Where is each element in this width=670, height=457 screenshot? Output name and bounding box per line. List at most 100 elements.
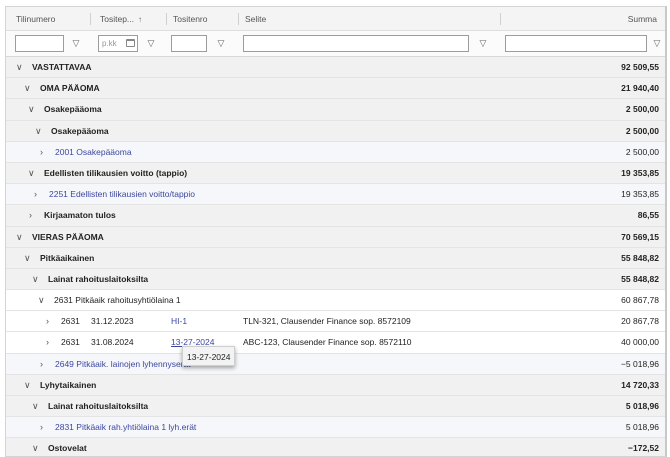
column-divider[interactable] bbox=[90, 13, 91, 25]
group-label: VASTATTAVAA bbox=[32, 62, 92, 72]
transaction-row[interactable]: › 2631 31.08.2024 13-27-2024 ABC-123, Cl… bbox=[6, 332, 665, 354]
group-label: Pitkäaikainen bbox=[40, 252, 95, 263]
group-amount: 21 940,40 bbox=[621, 83, 659, 94]
group-amount: 55 848,82 bbox=[621, 273, 659, 284]
chevron-down-icon[interactable]: ∨ bbox=[16, 57, 23, 78]
transaction-account: 2631 bbox=[61, 337, 80, 348]
group-label: OMA PÄÄOMA bbox=[40, 83, 100, 94]
chevron-right-icon[interactable]: › bbox=[40, 142, 43, 163]
group-label: Lainat rahoituslaitoksilta bbox=[48, 401, 149, 411]
group-amount: 86,55 bbox=[637, 210, 659, 221]
column-header-label: Tositenro bbox=[173, 14, 208, 24]
group-label: Lainat rahoituslaitoksilta bbox=[48, 273, 149, 284]
group-row[interactable]: ∨ Lainat rahoituslaitoksilta 5 018,96 bbox=[6, 396, 665, 418]
group-amount: 70 569,15 bbox=[621, 231, 659, 242]
column-header-label: Selite bbox=[245, 14, 267, 24]
account-link[interactable]: 2649 Pitkäaik. lainojen lyhennyserät bbox=[55, 354, 191, 375]
chevron-down-icon[interactable]: ∨ bbox=[16, 227, 23, 248]
document-link[interactable]: HI-1 bbox=[171, 311, 187, 332]
calendar-icon[interactable] bbox=[126, 39, 135, 47]
group-label: Osakepääoma bbox=[44, 104, 102, 115]
column-header-label: Summa bbox=[627, 14, 657, 24]
account-link[interactable]: 2251 Edellisten tilikausien voitto/tappi… bbox=[49, 184, 195, 205]
filter-icon[interactable]: ▽ bbox=[649, 35, 665, 52]
account-amount: 5 018,96 bbox=[625, 422, 659, 433]
account-row[interactable]: › 2001 Osakepääoma 2 500,00 bbox=[6, 141, 665, 163]
transaction-date: 31.12.2023 bbox=[91, 316, 134, 327]
document-tooltip: 13-27-2024 bbox=[182, 346, 235, 366]
filter-icon[interactable]: ▽ bbox=[143, 35, 159, 52]
chevron-down-icon[interactable]: ∨ bbox=[32, 396, 39, 417]
account-row[interactable]: › 2251 Edellisten tilikausien voitto/tap… bbox=[6, 184, 665, 206]
column-header-label: Tositep... bbox=[100, 14, 135, 24]
chevron-down-icon[interactable]: ∨ bbox=[38, 290, 45, 311]
group-row[interactable]: › Kirjaamaton tulos 86,55 bbox=[6, 205, 665, 227]
group-label: Edellisten tilikausien voitto (tappio) bbox=[44, 167, 188, 178]
selite-filter-input[interactable] bbox=[243, 35, 469, 52]
group-amount: 2 500,00 bbox=[625, 125, 659, 136]
column-header-selite[interactable]: Selite bbox=[239, 7, 266, 31]
tositenro-filter-input[interactable] bbox=[171, 35, 207, 52]
account-link[interactable]: 2001 Osakepääoma bbox=[55, 142, 132, 163]
filter-icon[interactable]: ▽ bbox=[213, 35, 229, 52]
chevron-right-icon[interactable]: › bbox=[40, 354, 43, 375]
group-label: Kirjaamaton tulos bbox=[44, 210, 116, 221]
column-divider[interactable] bbox=[500, 13, 501, 25]
group-amount: 92 509,55 bbox=[621, 62, 659, 72]
chevron-down-icon[interactable]: ∨ bbox=[28, 163, 35, 184]
chevron-down-icon[interactable]: ∨ bbox=[24, 78, 31, 99]
transaction-amount: 20 867,78 bbox=[621, 316, 659, 327]
transaction-description: TLN-321, Clausender Finance sop. 8572109 bbox=[243, 316, 411, 327]
group-row[interactable]: ∨ Lyhytaikainen 14 720,33 bbox=[6, 374, 665, 396]
account-amount: −5 018,96 bbox=[620, 358, 659, 369]
chevron-right-icon[interactable]: › bbox=[46, 332, 49, 353]
group-amount: 14 720,33 bbox=[621, 379, 659, 390]
chevron-right-icon[interactable]: › bbox=[34, 184, 37, 205]
group-amount: 55 848,82 bbox=[621, 252, 659, 263]
group-row[interactable]: ∨ Ostovelat −172,52 bbox=[6, 438, 665, 456]
column-header-tilinumero[interactable]: Tilinumero bbox=[10, 7, 55, 31]
summa-filter-input[interactable] bbox=[505, 35, 647, 52]
account-row[interactable]: ∨ 2631 Pitkäaik rahoitusyhtiölaina 1 60 … bbox=[6, 290, 665, 312]
chevron-right-icon[interactable]: › bbox=[46, 311, 49, 332]
group-amount: −172,52 bbox=[628, 443, 659, 454]
group-label: Ostovelat bbox=[48, 443, 87, 454]
filter-icon[interactable]: ▽ bbox=[475, 35, 491, 52]
group-row[interactable]: ∨ Lainat rahoituslaitoksilta 55 848,82 bbox=[6, 268, 665, 291]
column-header-tositepvm[interactable]: Tositep... ↑ bbox=[94, 7, 142, 31]
transaction-description: ABC-123, Clausender Finance sop. 8572110 bbox=[243, 337, 412, 348]
account-amount: 60 867,78 bbox=[621, 295, 659, 306]
chevron-down-icon[interactable]: ∨ bbox=[24, 248, 31, 269]
chevron-down-icon[interactable]: ∨ bbox=[35, 121, 42, 142]
group-row[interactable]: ∨ Pitkäaikainen 55 848,82 bbox=[6, 247, 665, 269]
group-row[interactable]: ∨ VIERAS PÄÄOMA 70 569,15 bbox=[6, 226, 665, 248]
group-amount: 5 018,96 bbox=[625, 401, 659, 411]
column-header-label: Tilinumero bbox=[16, 14, 56, 24]
chevron-right-icon[interactable]: › bbox=[29, 205, 32, 226]
transaction-amount: 40 000,00 bbox=[621, 337, 659, 348]
account-row[interactable]: › 2831 Pitkäaik rah.yhtiölaina 1 lyh.erä… bbox=[6, 417, 665, 439]
chevron-down-icon[interactable]: ∨ bbox=[24, 375, 31, 396]
chevron-down-icon[interactable]: ∨ bbox=[32, 438, 39, 456]
account-link[interactable]: 2831 Pitkäaik rah.yhtiölaina 1 lyh.erät bbox=[55, 417, 196, 438]
chevron-right-icon[interactable]: › bbox=[40, 417, 43, 438]
group-row[interactable]: ∨ Edellisten tilikausien voitto (tappio)… bbox=[6, 162, 665, 185]
column-header-summa[interactable]: Summa bbox=[628, 7, 657, 31]
column-header-row: Tilinumero Tositep... ↑ Tositenro Selite … bbox=[6, 7, 665, 31]
sort-ascending-icon[interactable]: ↑ bbox=[138, 15, 142, 24]
transaction-row[interactable]: › 2631 31.12.2023 HI-1 TLN-321, Clausend… bbox=[6, 311, 665, 333]
chevron-down-icon[interactable]: ∨ bbox=[32, 269, 39, 290]
group-amount: 19 353,85 bbox=[621, 167, 659, 178]
group-amount: 2 500,00 bbox=[625, 104, 659, 115]
tilinumero-filter-input[interactable] bbox=[15, 35, 64, 52]
column-header-tositenro[interactable]: Tositenro bbox=[167, 7, 208, 31]
chevron-down-icon[interactable]: ∨ bbox=[28, 99, 35, 120]
account-row[interactable]: › 2649 Pitkäaik. lainojen lyhennyserät −… bbox=[6, 353, 665, 375]
account-amount: 19 353,85 bbox=[621, 189, 659, 200]
group-row[interactable]: ∨ Osakepääoma 2 500,00 bbox=[6, 99, 665, 121]
group-row[interactable]: ∨ VASTATTAVAA 92 509,55 bbox=[6, 57, 665, 79]
grid-body: ∨ VASTATTAVAA 92 509,55 ∨ OMA PÄÄOMA 21 … bbox=[6, 57, 665, 456]
group-row[interactable]: ∨ OMA PÄÄOMA 21 940,40 bbox=[6, 78, 665, 100]
group-row[interactable]: ∨ Osakepääoma 2 500,00 bbox=[6, 120, 665, 142]
filter-icon[interactable]: ▽ bbox=[68, 35, 84, 52]
